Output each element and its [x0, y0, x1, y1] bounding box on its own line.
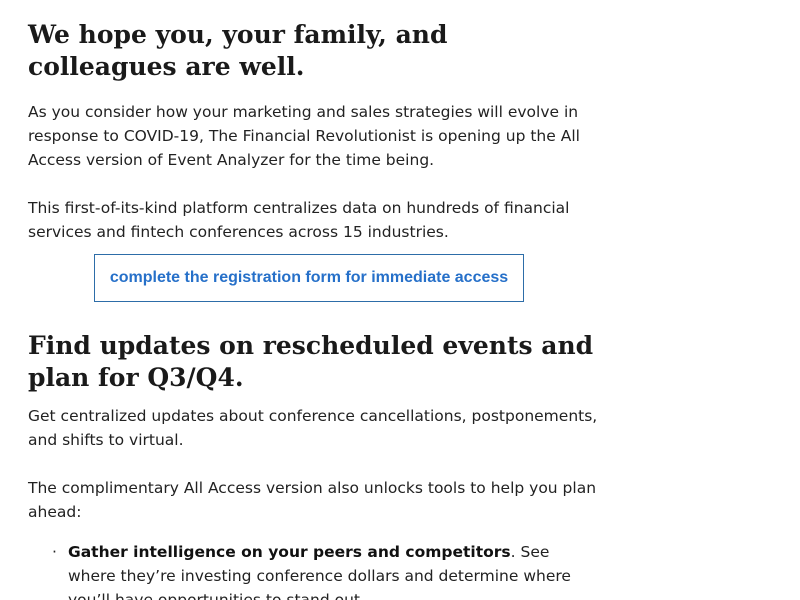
- bullet-dot-icon: ·: [52, 543, 57, 561]
- heading-wellbeing: We hope you, your family, and colleagues…: [28, 20, 448, 81]
- benefit-list-item: · Gather intelligence on your peers and …: [28, 540, 598, 600]
- updates-paragraph: Get centralized updates about conference…: [28, 407, 598, 449]
- intro-paragraph: As you consider how your marketing and s…: [28, 103, 580, 169]
- benefit-list: · Gather intelligence on your peers and …: [28, 540, 598, 600]
- platform-paragraph: This first-of-its-kind platform centrali…: [28, 199, 570, 241]
- all-access-paragraph: The complimentary All Access version als…: [28, 479, 597, 521]
- registration-link-button[interactable]: complete the registration form for immed…: [94, 254, 524, 302]
- benefit-title: Gather intelligence on your peers and co…: [68, 543, 511, 561]
- heading-updates: Find updates on rescheduled events and p…: [28, 331, 594, 392]
